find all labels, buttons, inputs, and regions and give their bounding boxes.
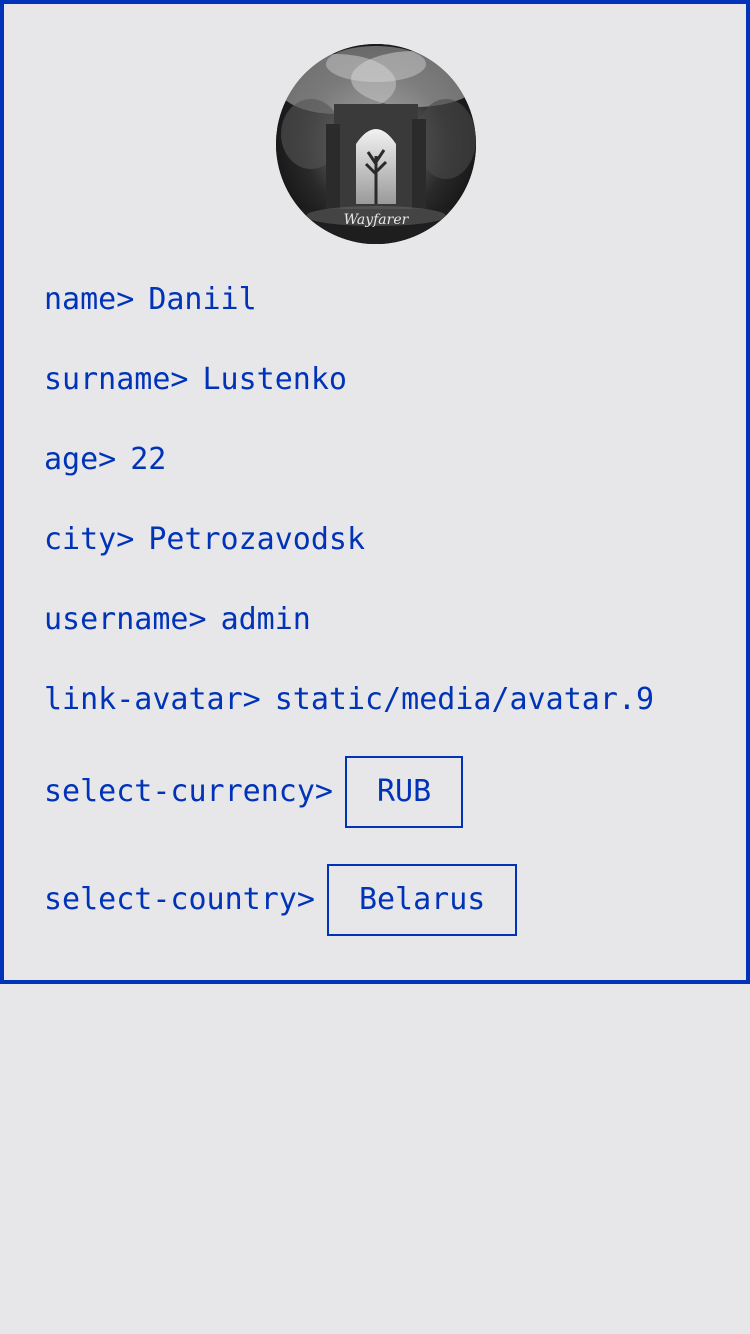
profile-card: name> Daniil surname> Lustenko age> 22 c… bbox=[0, 0, 750, 984]
username-label: username> bbox=[44, 602, 207, 637]
age-value: 22 bbox=[130, 442, 167, 477]
age-row: age> 22 bbox=[44, 440, 166, 480]
currency-select[interactable]: RUB bbox=[344, 756, 464, 828]
name-label: name> bbox=[44, 282, 135, 317]
name-value: Daniil bbox=[148, 282, 257, 317]
country-select[interactable]: Belarus bbox=[326, 864, 518, 936]
select-country-row: select-country> Belarus bbox=[44, 864, 518, 936]
city-row: city> Petrozavodsk bbox=[44, 520, 365, 560]
city-value: Petrozavodsk bbox=[148, 522, 366, 557]
select-currency-row: select-currency> RUB bbox=[44, 756, 464, 828]
select-country-label: select-country> bbox=[44, 882, 315, 917]
age-label: age> bbox=[44, 442, 117, 477]
city-label: city> bbox=[44, 522, 135, 557]
select-currency-label: select-currency> bbox=[44, 774, 333, 809]
name-row: name> Daniil bbox=[44, 280, 257, 320]
surname-value: Lustenko bbox=[202, 362, 348, 397]
link-avatar-label: link-avatar> bbox=[44, 682, 261, 717]
avatar bbox=[276, 44, 476, 244]
avatar-image bbox=[276, 44, 476, 244]
username-value: admin bbox=[220, 602, 311, 637]
link-avatar-row: link-avatar> static/media/avatar.9e bbox=[44, 680, 653, 720]
surname-label: surname> bbox=[44, 362, 189, 397]
username-row: username> admin bbox=[44, 600, 311, 640]
surname-row: surname> Lustenko bbox=[44, 360, 347, 400]
link-avatar-value: static/media/avatar.9e bbox=[274, 682, 653, 717]
